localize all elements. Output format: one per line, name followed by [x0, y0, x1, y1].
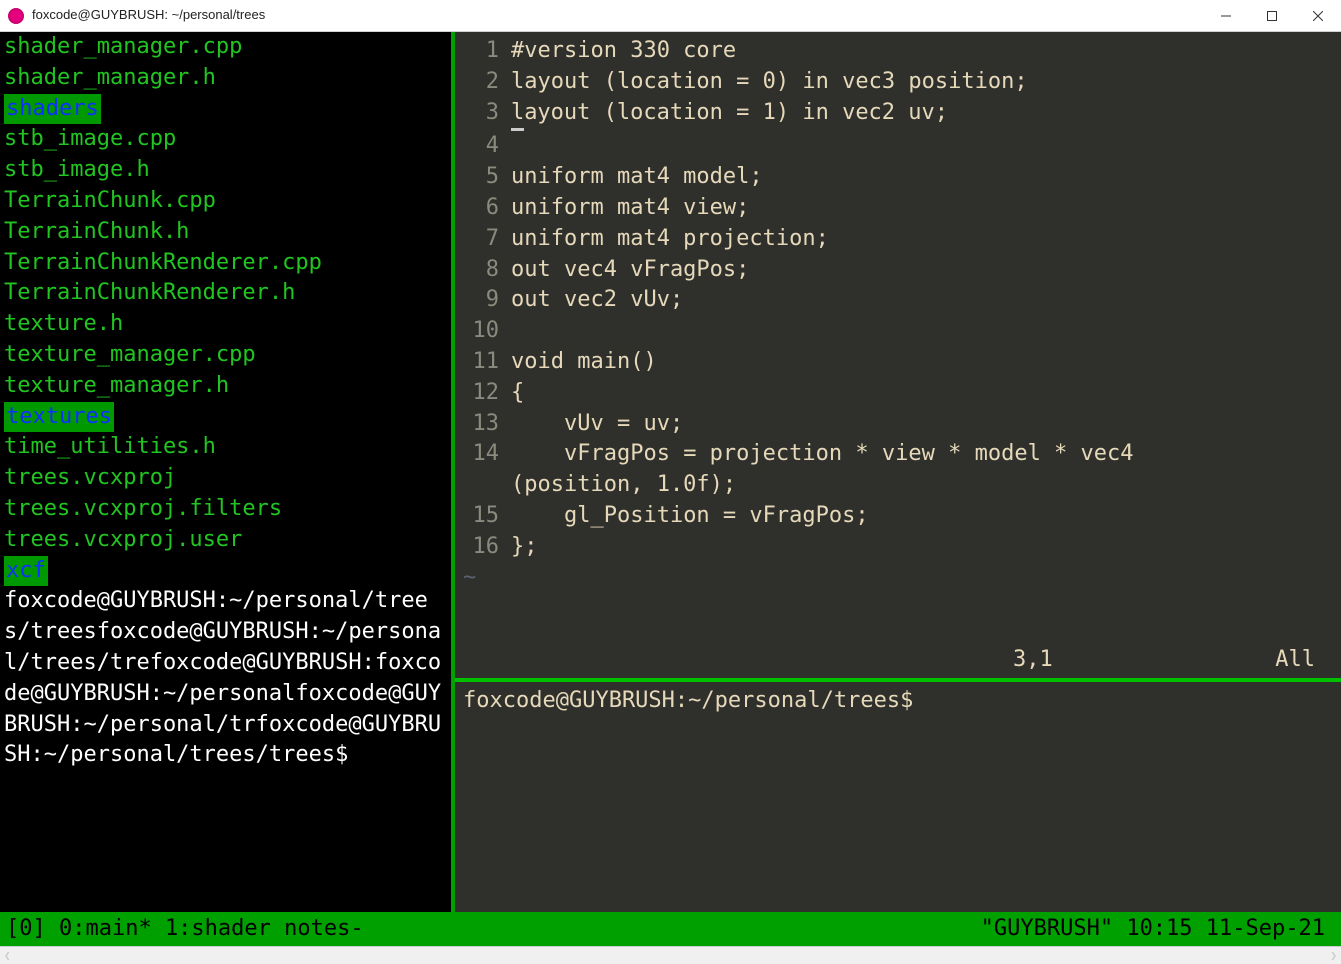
code-text[interactable]: layout (location = 1) in vec2 uv; — [511, 98, 948, 132]
editor-pane[interactable]: 1#version 330 core2layout (location = 0)… — [455, 32, 1341, 678]
code-text[interactable]: vFragPos = projection * view * model * v… — [511, 439, 1134, 470]
line-number: 5 — [455, 162, 511, 193]
code-line[interactable]: 3layout (location = 1) in vec2 uv; — [455, 98, 1341, 132]
line-number: 2 — [455, 67, 511, 98]
code-line[interactable]: 14 vFragPos = projection * view * model … — [455, 439, 1341, 470]
list-item[interactable]: stb_image.h — [4, 155, 447, 186]
code-line[interactable]: 7uniform mat4 projection; — [455, 224, 1341, 255]
window-title: foxcode@GUYBRUSH: ~/personal/trees — [32, 6, 265, 24]
list-item[interactable]: texture.h — [4, 309, 447, 340]
line-number: 16 — [455, 532, 511, 563]
list-item[interactable]: shaders — [4, 94, 447, 125]
code-line[interactable]: 11void main() — [455, 347, 1341, 378]
tmux-left[interactable]: [0] 0:main* 1:shader notes- — [6, 914, 364, 945]
vim-scroll-pct: All — [1213, 645, 1333, 676]
code-text[interactable]: uniform mat4 projection; — [511, 224, 829, 255]
code-text[interactable]: out vec4 vFragPos; — [511, 255, 749, 286]
code-line[interactable]: 8out vec4 vFragPos; — [455, 255, 1341, 286]
vim-status-line: 3,1 All — [455, 645, 1341, 678]
code-text[interactable]: { — [511, 378, 524, 409]
list-item[interactable]: texture_manager.h — [4, 371, 447, 402]
line-number: 15 — [455, 501, 511, 532]
line-number: 8 — [455, 255, 511, 286]
line-number: 7 — [455, 224, 511, 255]
list-item[interactable]: trees.vcxproj — [4, 463, 447, 494]
list-item[interactable]: TerrainChunkRenderer.cpp — [4, 248, 447, 279]
code-text[interactable]: #version 330 core — [511, 36, 736, 67]
code-line[interactable]: 9out vec2 vUv; — [455, 285, 1341, 316]
line-number: 6 — [455, 193, 511, 224]
directory-entry[interactable]: xcf — [4, 556, 48, 587]
terminal[interactable]: shader_manager.cppshader_manager.hshader… — [0, 32, 1341, 946]
editor-content[interactable]: 1#version 330 core2layout (location = 0)… — [455, 32, 1341, 563]
line-number: 13 — [455, 409, 511, 440]
code-text[interactable]: layout (location = 0) in vec3 position; — [511, 67, 1028, 98]
minimize-button[interactable] — [1203, 0, 1249, 32]
left-shell-prompt[interactable]: foxcode@GUYBRUSH:~/personal/trees/treesf… — [4, 586, 447, 771]
app-icon — [8, 8, 24, 24]
code-line[interactable]: 2layout (location = 0) in vec3 position; — [455, 67, 1341, 98]
code-line[interactable]: 4 — [455, 131, 1341, 162]
directory-entry[interactable]: shaders — [4, 94, 101, 125]
scroll-left-icon[interactable]: ❮ — [4, 948, 11, 963]
code-line[interactable]: 6uniform mat4 view; — [455, 193, 1341, 224]
close-button[interactable] — [1295, 0, 1341, 32]
list-item[interactable]: time_utilities.h — [4, 432, 447, 463]
list-item[interactable]: TerrainChunk.cpp — [4, 186, 447, 217]
list-item[interactable]: TerrainChunkRenderer.h — [4, 278, 447, 309]
line-number: 4 — [455, 131, 511, 162]
code-line[interactable]: 15 gl_Position = vFragPos; — [455, 501, 1341, 532]
list-item[interactable]: shader_manager.h — [4, 63, 447, 94]
vim-tilde: ~ — [455, 563, 1341, 594]
code-text[interactable]: vUv = uv; — [511, 409, 683, 440]
list-item[interactable]: texture_manager.cpp — [4, 340, 447, 371]
code-text[interactable]: void main() — [511, 347, 657, 378]
code-line[interactable]: 13 vUv = uv; — [455, 409, 1341, 440]
code-text[interactable]: uniform mat4 model; — [511, 162, 763, 193]
code-text[interactable]: }; — [511, 532, 538, 563]
line-number: 9 — [455, 285, 511, 316]
code-line[interactable]: 12{ — [455, 378, 1341, 409]
code-line[interactable]: 5uniform mat4 model; — [455, 162, 1341, 193]
list-item[interactable]: TerrainChunk.h — [4, 217, 447, 248]
code-line[interactable]: 1#version 330 core — [455, 36, 1341, 67]
list-item[interactable]: trees.vcxproj.filters — [4, 494, 447, 525]
shell-pane[interactable]: foxcode@GUYBRUSH:~/personal/trees$ — [455, 682, 1341, 912]
line-number: 14 — [455, 439, 511, 470]
shell-prompt[interactable]: foxcode@GUYBRUSH:~/personal/trees$ — [463, 688, 913, 713]
tmux-right: "GUYBRUSH" 10:15 11-Sep-21 — [981, 914, 1335, 945]
window-scrollbar[interactable]: ❮ ❯ — [0, 946, 1341, 964]
scroll-right-icon[interactable]: ❯ — [1330, 948, 1337, 963]
left-pane[interactable]: shader_manager.cppshader_manager.hshader… — [0, 32, 455, 912]
code-text[interactable]: uniform mat4 view; — [511, 193, 749, 224]
code-text[interactable]: gl_Position = vFragPos; — [511, 501, 869, 532]
tmux-status-bar[interactable]: [0] 0:main* 1:shader notes- "GUYBRUSH" 1… — [0, 912, 1341, 946]
list-item[interactable]: shader_manager.cpp — [4, 32, 447, 63]
directory-entry[interactable]: textures — [4, 402, 114, 433]
file-list: shader_manager.cppshader_manager.hshader… — [4, 32, 447, 586]
line-number: 11 — [455, 347, 511, 378]
code-text[interactable]: out vec2 vUv; — [511, 285, 683, 316]
list-item[interactable]: xcf — [4, 556, 447, 587]
code-line[interactable]: 10 — [455, 316, 1341, 347]
line-number: 10 — [455, 316, 511, 347]
line-number: 3 — [455, 98, 511, 132]
list-item[interactable]: trees.vcxproj.user — [4, 525, 447, 556]
code-line[interactable]: 16}; — [455, 532, 1341, 563]
vim-cursor-pos: 3,1 — [1013, 645, 1213, 676]
list-item[interactable]: textures — [4, 402, 447, 433]
line-number: 1 — [455, 36, 511, 67]
window-titlebar: foxcode@GUYBRUSH: ~/personal/trees — [0, 0, 1341, 32]
line-number: 12 — [455, 378, 511, 409]
maximize-button[interactable] — [1249, 0, 1295, 32]
list-item[interactable]: stb_image.cpp — [4, 124, 447, 155]
